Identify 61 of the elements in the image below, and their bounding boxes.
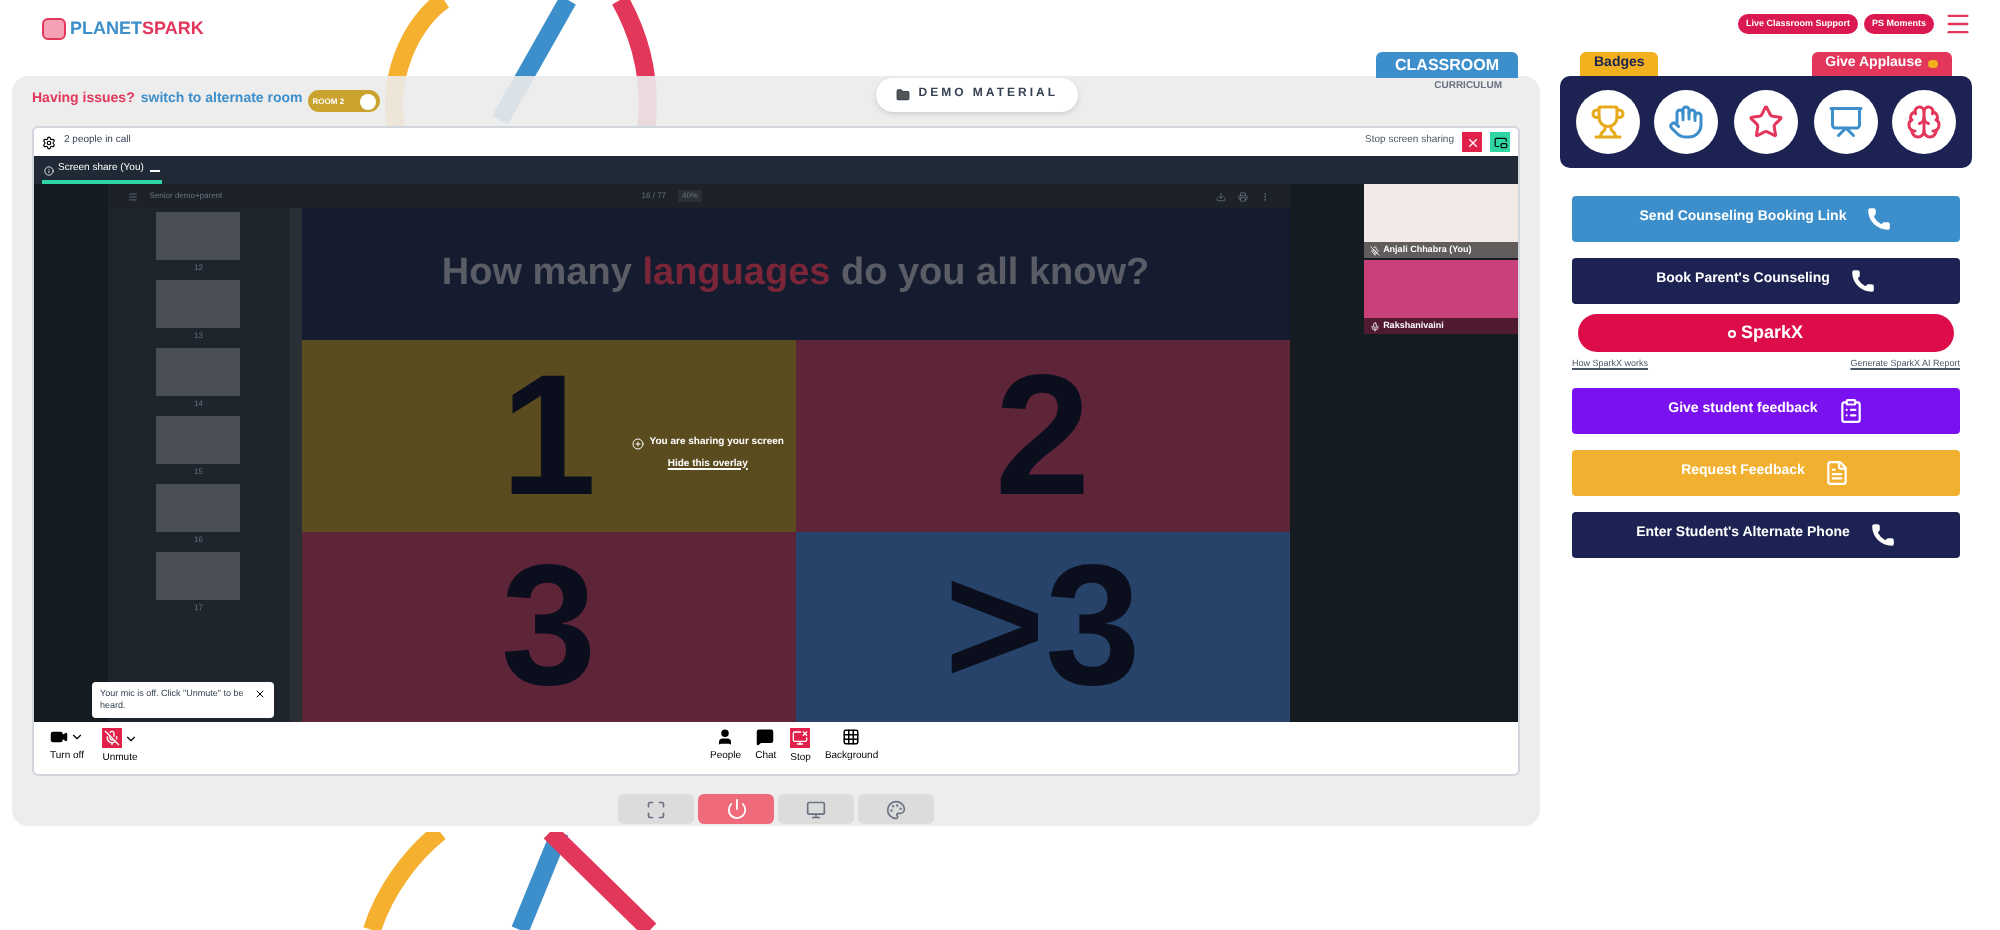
answer-number: 2 [994, 349, 1091, 522]
slide-thumbnail[interactable] [156, 416, 241, 464]
print-icon[interactable] [1237, 191, 1248, 201]
close-icon [1465, 135, 1479, 149]
stop-share-icon [790, 728, 811, 749]
caret-icon [70, 730, 84, 745]
window-icon [1493, 135, 1507, 149]
badge-button[interactable] [1733, 90, 1798, 154]
trophy-icon [1589, 104, 1626, 140]
brain-icon [1906, 104, 1943, 140]
phone-icon [1869, 521, 1896, 548]
person-icon [716, 728, 735, 747]
answer-number: 1 [500, 349, 597, 522]
close-button[interactable] [1462, 132, 1482, 152]
palette-icon [886, 799, 906, 819]
badge-button[interactable] [1813, 90, 1878, 154]
screen-button[interactable] [778, 794, 854, 824]
badge-button[interactable] [1575, 90, 1640, 154]
badge-button[interactable] [1654, 90, 1719, 154]
menu-icon[interactable] [1944, 10, 1972, 38]
answer-number: 3 [500, 540, 597, 713]
palette-button[interactable] [858, 794, 934, 824]
phone-icon [1849, 268, 1876, 294]
grid-icon [842, 728, 861, 747]
share-icon [631, 437, 644, 450]
download-icon[interactable] [1215, 191, 1226, 201]
slide-title: How many languages do you all know? [441, 250, 1150, 298]
document-icon [1824, 459, 1851, 486]
settings-icon[interactable] [42, 135, 56, 149]
power-icon [725, 798, 747, 820]
close-icon[interactable] [254, 688, 266, 700]
panel-tab[interactable]: CLASSROOM [1376, 52, 1518, 78]
mic-off-icon [102, 728, 122, 749]
expand-icon [646, 799, 666, 819]
slide-thumbnail[interactable] [156, 552, 241, 600]
menu-icon[interactable] [127, 191, 138, 201]
slide-thumbnail[interactable] [156, 348, 241, 396]
phone-icon [1866, 206, 1893, 232]
chat-icon [756, 728, 775, 747]
podium-icon [1827, 104, 1864, 140]
sparkx-button[interactable]: SparkX [1578, 314, 1954, 352]
logo-text: PLANETSPARK [70, 20, 204, 38]
pip-button[interactable] [1490, 132, 1510, 152]
monitor-icon [806, 799, 826, 819]
answer-number: >3 [944, 540, 1141, 713]
slide-thumbnail[interactable] [156, 280, 241, 328]
caret-icon [124, 731, 138, 746]
info-icon [44, 165, 54, 175]
dash-icon [149, 169, 160, 171]
slide-thumbnail[interactable] [156, 484, 241, 532]
folder-icon [896, 88, 911, 102]
star-icon [1747, 104, 1784, 140]
robot-logo-icon [42, 18, 66, 40]
badge-button[interactable] [1892, 90, 1957, 154]
ring-icon [1728, 329, 1737, 337]
slide-thumbnail[interactable] [156, 212, 241, 260]
camera-icon [50, 728, 68, 747]
clipboard-icon [1837, 397, 1864, 424]
end-class-button[interactable] [698, 794, 774, 824]
clap-icon [1928, 60, 1938, 68]
hand-icon [1668, 104, 1705, 140]
